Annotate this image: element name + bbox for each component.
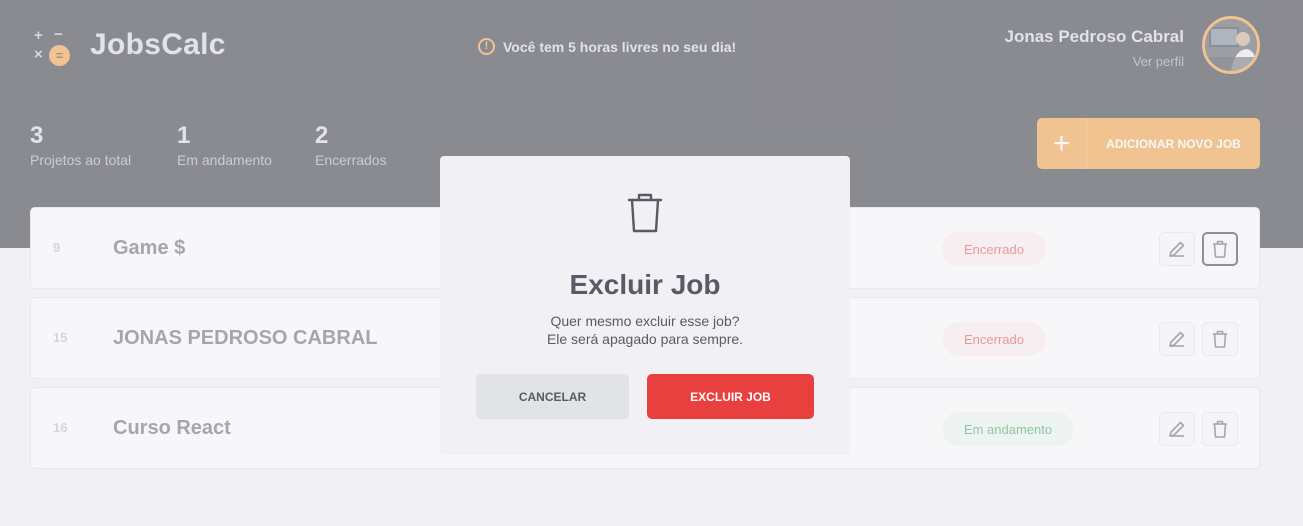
modal-line-2: Ele será apagado para sempre. [546,331,744,347]
delete-job-modal: Excluir Job Quer mesmo excluir esse job?… [440,156,850,455]
trash-icon [626,192,664,239]
cancel-button[interactable]: CANCELAR [476,374,629,419]
confirm-delete-button[interactable]: EXCLUIR JOB [647,374,814,419]
modal-description: Quer mesmo excluir esse job? Ele será ap… [440,312,850,348]
modal-title: Excluir Job [569,269,721,300]
modal-line-1: Quer mesmo excluir esse job? [550,313,740,329]
